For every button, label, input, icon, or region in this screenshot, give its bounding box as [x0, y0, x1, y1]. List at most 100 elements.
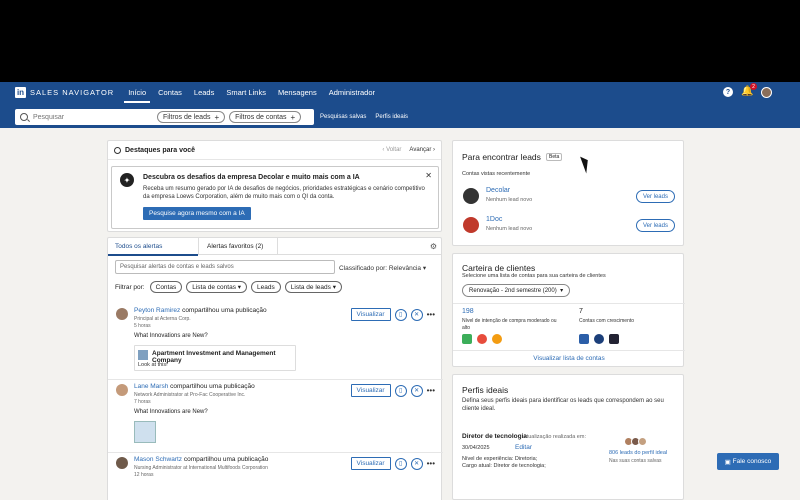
- nav-item-smart-links[interactable]: Smart Links: [226, 82, 266, 103]
- growth-count[interactable]: 7: [579, 308, 583, 315]
- divider: [453, 350, 685, 351]
- nav-item-inicio[interactable]: Início: [124, 82, 151, 103]
- clock-icon: [114, 146, 121, 154]
- company-logo[interactable]: [492, 334, 502, 344]
- gear-icon[interactable]: ⚙: [430, 242, 437, 251]
- help-icon[interactable]: ?: [723, 87, 733, 97]
- saved-searches-link[interactable]: Pesquisas salvas: [320, 114, 366, 120]
- filter-leads[interactable]: Leads: [251, 281, 281, 293]
- nav-item-contas[interactable]: Contas: [158, 82, 182, 103]
- search-links: Pesquisas salvas Perfis ideais: [320, 114, 408, 120]
- company-logo[interactable]: [462, 334, 472, 344]
- ai-search-button[interactable]: Pesquise agora mesmo com a IA: [143, 207, 251, 220]
- tab-all-alerts[interactable]: Todos os alertas: [108, 238, 198, 256]
- more-options-icon[interactable]: •••: [427, 310, 435, 319]
- updated-label: Atualização realizada em:: [523, 434, 586, 440]
- alert-actions: Visualizar ▯ ✕ •••: [350, 384, 435, 397]
- avatar[interactable]: [116, 457, 128, 469]
- avatar[interactable]: [116, 384, 128, 396]
- account-name-link[interactable]: 1Doc: [486, 216, 502, 223]
- filter-lista-de-leads[interactable]: Lista de leads ▾: [284, 281, 342, 293]
- person-name-link[interactable]: Mason Schwartz: [134, 456, 182, 463]
- nav-item-administrador[interactable]: Administrador: [329, 82, 375, 103]
- alerts-tabs: Todos os alertas Alertas favoritos (2) ⚙: [108, 238, 441, 256]
- view-button[interactable]: Visualizar: [350, 384, 391, 397]
- person-title: Network Administrator at Pro-Fac Coopera…: [134, 392, 246, 398]
- bookmark-icon[interactable]: ▯: [394, 308, 407, 321]
- timestamp: 12 horas: [134, 472, 154, 478]
- portfolio-subtitle: Selecione uma lista de contas para sua c…: [462, 273, 606, 279]
- more-options-icon[interactable]: •••: [427, 386, 435, 395]
- alert-action: compartilhou uma publicação: [170, 383, 255, 390]
- company-logo[interactable]: [594, 334, 604, 344]
- more-options-icon[interactable]: •••: [427, 459, 435, 468]
- company-logo[interactable]: [477, 334, 487, 344]
- ideal-profiles-description: Defina seus perfis ideais para identific…: [462, 398, 664, 412]
- shared-company-card[interactable]: Apartment Investment and Management Comp…: [134, 345, 296, 371]
- view-button[interactable]: Visualizar: [350, 457, 391, 470]
- company-logo[interactable]: [609, 334, 619, 344]
- account-filters-button[interactable]: Filtros de contas +: [229, 111, 302, 123]
- person-name-link[interactable]: Lane Marsh: [134, 383, 168, 390]
- ai-insight-card: ✦ Descubra os desafios da empresa Decola…: [111, 166, 439, 229]
- dismiss-icon[interactable]: ✕: [410, 308, 423, 321]
- sort-dropdown[interactable]: Classificado por: Relevância ▾: [339, 264, 426, 272]
- highlights-card: Destaques para você ‹ Voltar Avançar › ✦…: [107, 140, 442, 232]
- chevron-down-icon: ▾: [237, 284, 242, 291]
- alerts-search-input[interactable]: Pesquisar alertas de contas e leads salv…: [115, 260, 335, 274]
- filter-contas[interactable]: Contas: [149, 281, 183, 293]
- sort-label: Classificado por: Relevância: [339, 265, 422, 272]
- nav-item-leads[interactable]: Leads: [194, 82, 214, 103]
- lead-filters-button[interactable]: Filtros de leads +: [157, 111, 226, 123]
- account-list-dropdown[interactable]: Renovação - 2nd semestre (200) ▾: [462, 284, 571, 297]
- bell-icon[interactable]: 🔔 2: [741, 83, 757, 98]
- view-account-list-link[interactable]: Visualizar lista de contas: [453, 355, 685, 362]
- view-button[interactable]: Visualizar: [350, 308, 391, 321]
- person-name-link[interactable]: Peyton Ramirez: [134, 307, 180, 314]
- dropdown-value: Renovação - 2nd semestre (200): [469, 287, 557, 294]
- ideal-leads-link[interactable]: 806 leads do perfil ideal: [609, 450, 667, 456]
- contact-us-button[interactable]: ▣ Fale conosco: [717, 453, 779, 470]
- alert-actions: Visualizar ▯ ✕ •••: [350, 308, 435, 321]
- find-leads-card: Para encontrar leads Beta Contas vistas …: [452, 140, 684, 246]
- main-nav: in SALES NAVIGATOR Início Contas Leads S…: [0, 82, 800, 103]
- avatar[interactable]: [116, 308, 128, 320]
- dismiss-icon[interactable]: ✕: [410, 457, 423, 470]
- company-logo: [138, 350, 148, 360]
- bookmark-icon[interactable]: ▯: [394, 457, 407, 470]
- person-title: Nursing Administrator at International M…: [134, 465, 268, 471]
- filter-lista-de-contas[interactable]: Lista de contas ▾: [186, 281, 248, 293]
- filter-label-text: Lista de contas: [192, 283, 236, 291]
- intent-count[interactable]: 198: [462, 308, 474, 315]
- account-filters-label: Filtros de contas: [235, 113, 287, 121]
- ideal-leads-caption: Nas suas contas salvas: [609, 458, 662, 464]
- dismiss-icon[interactable]: ✕: [410, 384, 423, 397]
- chevron-down-icon: ▾: [422, 265, 427, 272]
- post-image-thumbnail[interactable]: [134, 421, 156, 443]
- list-item: 1Doc Nenhum lead novo Ver leads: [463, 215, 675, 237]
- tab-favorite-alerts[interactable]: Alertas favoritos (2): [198, 238, 278, 255]
- view-leads-button[interactable]: Ver leads: [635, 219, 675, 232]
- bookmark-icon[interactable]: ▯: [394, 384, 407, 397]
- avatar[interactable]: [761, 86, 772, 98]
- filter-label: Filtrar por:: [115, 283, 145, 291]
- top-bar: in SALES NAVIGATOR Início Contas Leads S…: [0, 82, 800, 128]
- close-icon[interactable]: ✕: [425, 171, 432, 180]
- view-leads-button[interactable]: Ver leads: [635, 190, 675, 203]
- updated-date: 30/04/2025: [462, 445, 490, 451]
- company-logo[interactable]: [579, 334, 589, 344]
- lead-avatars: [624, 437, 647, 446]
- plus-icon: +: [214, 112, 220, 122]
- alert-headline: Mason Schwartz compartilhou uma publicaç…: [134, 456, 268, 463]
- ideal-profiles-card: Perfis ideais Defina seus perfis ideais …: [452, 374, 684, 500]
- edit-link[interactable]: Editar: [515, 444, 532, 451]
- next-button[interactable]: Avançar ›: [409, 147, 435, 153]
- ai-insight-title: Descubra os desafios da empresa Decolar …: [143, 174, 360, 181]
- company-caption: Look at this!: [138, 362, 168, 368]
- ideal-profiles-link[interactable]: Perfis ideais: [375, 114, 408, 120]
- search-input[interactable]: [33, 113, 153, 121]
- nav-item-mensagens[interactable]: Mensagens: [278, 82, 317, 103]
- previous-button[interactable]: ‹ Voltar: [382, 147, 401, 153]
- account-name-link[interactable]: Decolar: [486, 187, 510, 194]
- logo[interactable]: in SALES NAVIGATOR: [15, 87, 114, 98]
